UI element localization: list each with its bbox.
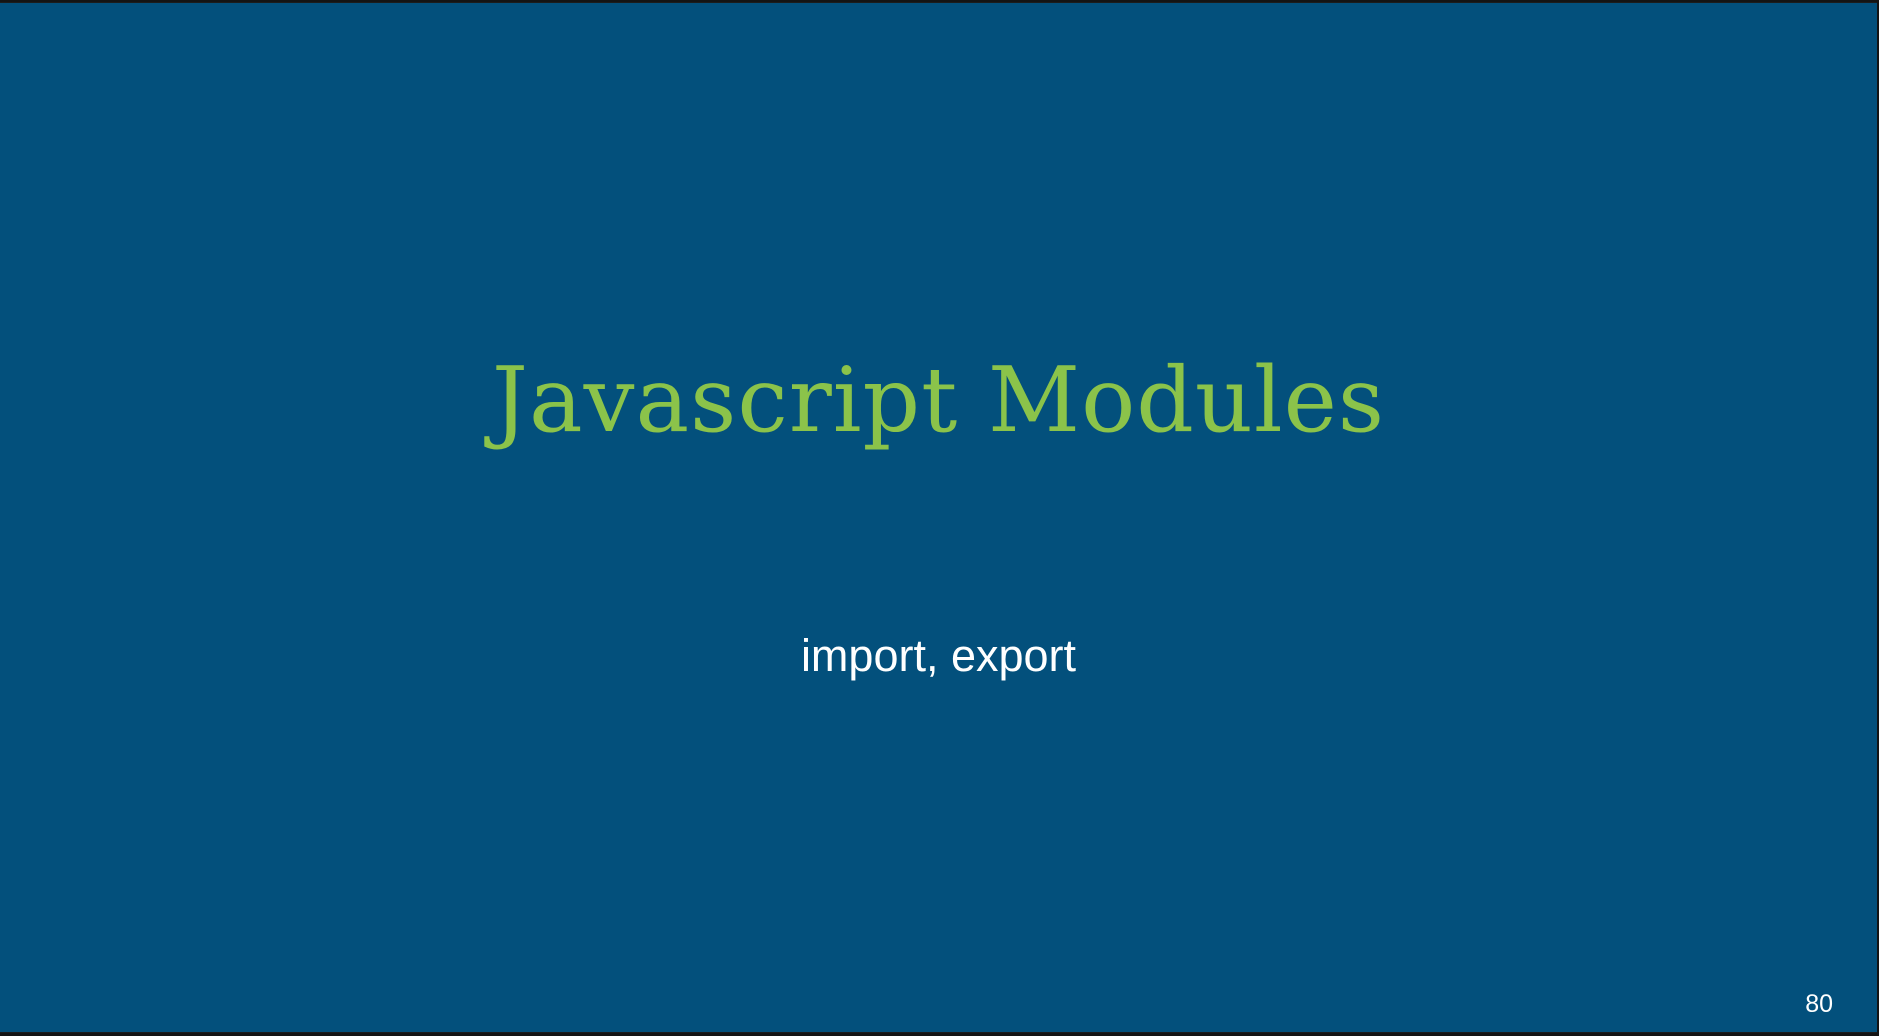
slide-subtitle: import, export (800, 630, 1077, 681)
slide-page-number: 80 (1805, 990, 1833, 1018)
presentation-slide: Javascript Modules import, export 80 (0, 2, 1877, 1033)
slide-title: Javascript Modules (491, 348, 1386, 453)
